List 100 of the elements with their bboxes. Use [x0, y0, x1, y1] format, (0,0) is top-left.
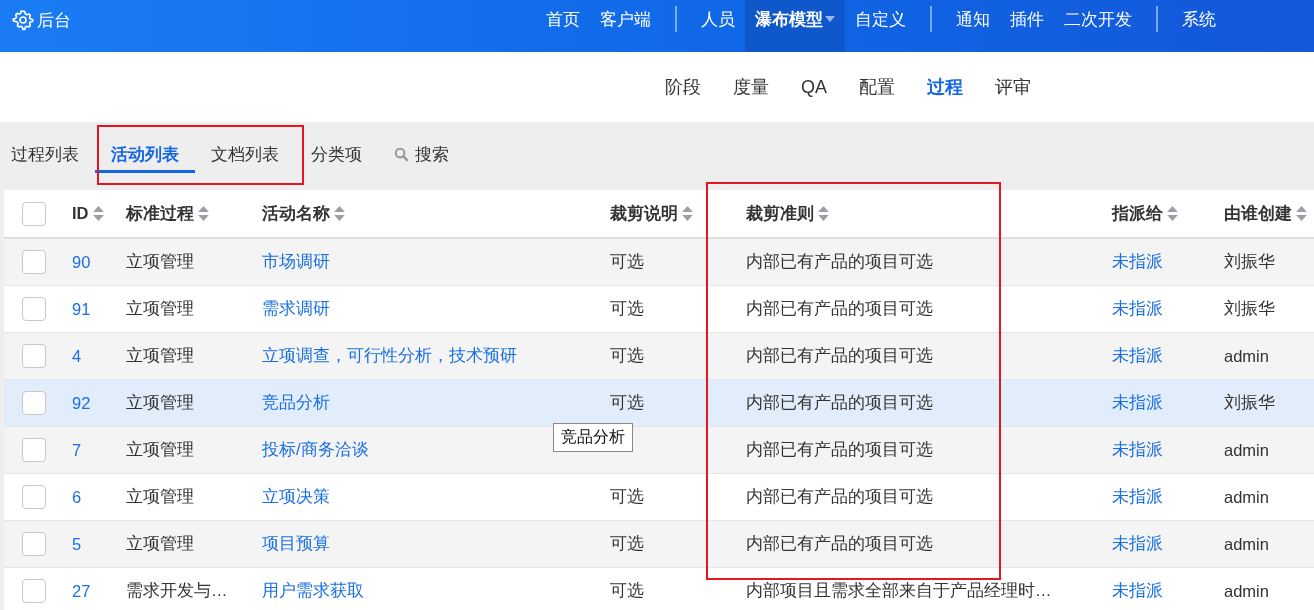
table-cell: 立项管理 — [126, 440, 194, 458]
assign-link[interactable]: 未指派 — [1112, 346, 1163, 364]
table-cell: 可选 — [610, 487, 644, 505]
table-cell: 立项管理 — [126, 252, 194, 270]
sort-icon[interactable] — [1296, 206, 1307, 221]
table-cell: 立项管理 — [126, 393, 194, 411]
assign-link[interactable]: 未指派 — [1112, 299, 1163, 317]
table-cell: 立项管理 — [126, 534, 194, 552]
id-link[interactable]: 27 — [72, 581, 91, 600]
nav-item[interactable]: 通知 — [946, 0, 1000, 52]
nav-item[interactable]: 二次开发 — [1054, 0, 1142, 52]
sort-icon[interactable] — [818, 206, 829, 221]
row-checkbox[interactable] — [22, 579, 46, 603]
assign-link[interactable]: 未指派 — [1112, 252, 1163, 270]
table-cell: 内部已有产品的项目可选 — [746, 299, 933, 317]
assign-link[interactable]: 未指派 — [1112, 581, 1163, 599]
table-cell: 刘振华 — [1224, 393, 1275, 411]
row-checkbox[interactable] — [22, 344, 46, 368]
nav-item[interactable]: 首页 — [536, 0, 590, 52]
table-cell: 内部已有产品的项目可选 — [746, 393, 933, 411]
column-header[interactable]: 裁剪准则 — [746, 202, 829, 225]
id-link[interactable]: 92 — [72, 393, 91, 412]
sort-icon[interactable] — [334, 206, 345, 221]
assign-link[interactable]: 未指派 — [1112, 440, 1163, 458]
column-header[interactable]: 活动名称 — [262, 202, 345, 225]
sub-nav-item[interactable]: QA — [785, 76, 843, 98]
select-all-checkbox[interactable] — [22, 201, 46, 226]
table-cell: 可选 — [610, 252, 644, 270]
sub-nav-item[interactable]: 过程 — [911, 75, 979, 99]
row-checkbox[interactable] — [22, 297, 46, 321]
table-cell: 内部已有产品的项目可选 — [746, 534, 933, 552]
id-link[interactable]: 4 — [72, 346, 82, 365]
table-row[interactable]: 4 立项管理 立项调查，可行性分析，技术预研 可选 内部已有产品的项目可选 未指派 admin — [4, 332, 1314, 380]
row-checkbox[interactable] — [22, 532, 46, 556]
nav-item[interactable]: 插件 — [1000, 0, 1054, 52]
activity-link[interactable]: 项目预算 — [262, 534, 330, 552]
table-cell: 需求开发与… — [126, 581, 228, 599]
table-row[interactable]: 90 立项管理 市场调研 可选 内部已有产品的项目可选 未指派 刘振华 — [4, 238, 1314, 286]
row-checkbox[interactable] — [22, 485, 46, 509]
table-cell: 刘振华 — [1224, 299, 1275, 317]
sort-icon[interactable] — [198, 206, 209, 221]
activity-link[interactable]: 用户需求获取 — [262, 581, 364, 599]
table-cell: 可选 — [610, 346, 644, 364]
table-row[interactable]: 6 立项管理 立项决策 可选 内部已有产品的项目可选 未指派 admin — [4, 473, 1314, 521]
nav-item[interactable]: 自定义 — [845, 0, 916, 52]
settings-icon[interactable] — [12, 9, 34, 31]
table-cell: 刘振华 — [1224, 252, 1275, 270]
nav-item[interactable]: 人员 — [691, 0, 745, 52]
activity-link[interactable]: 竞品分析 — [262, 393, 330, 411]
sort-icon[interactable] — [1167, 206, 1178, 221]
id-link[interactable]: 5 — [72, 534, 82, 553]
search-button[interactable]: 搜索 — [378, 138, 465, 174]
list-tab[interactable]: 文档列表 — [195, 138, 295, 174]
table-row[interactable]: 91 立项管理 需求调研 可选 内部已有产品的项目可选 未指派 刘振华 — [4, 285, 1314, 333]
sub-nav-item[interactable]: 配置 — [843, 75, 911, 99]
activity-link[interactable]: 市场调研 — [262, 252, 330, 270]
list-tab[interactable]: 活动列表 — [95, 138, 195, 174]
list-tab[interactable]: 过程列表 — [0, 138, 95, 174]
assign-link[interactable]: 未指派 — [1112, 487, 1163, 505]
sub-nav-item[interactable]: 评审 — [979, 75, 1047, 99]
activity-link[interactable]: 立项调查，可行性分析，技术预研 — [262, 346, 517, 364]
table-cell: 内部已有产品的项目可选 — [746, 252, 933, 270]
row-checkbox[interactable] — [22, 250, 46, 274]
row-checkbox[interactable] — [22, 438, 46, 462]
table-cell: 内部已有产品的项目可选 — [746, 487, 933, 505]
table-cell: admin — [1224, 346, 1269, 365]
table-cell: 内部已有产品的项目可选 — [746, 440, 933, 458]
nav-item[interactable]: 客户端 — [590, 0, 661, 52]
table-cell: 立项管理 — [126, 299, 194, 317]
list-tab[interactable]: 分类项 — [295, 138, 378, 174]
assign-link[interactable]: 未指派 — [1112, 393, 1163, 411]
column-header[interactable]: 由谁创建 — [1224, 202, 1307, 225]
id-link[interactable]: 7 — [72, 440, 82, 459]
column-header[interactable]: 裁剪说明 — [610, 202, 693, 225]
activity-link[interactable]: 投标/商务洽谈 — [262, 440, 369, 458]
search-icon — [394, 147, 409, 162]
table-cell: admin — [1224, 440, 1269, 459]
table-cell: 立项管理 — [126, 487, 194, 505]
id-link[interactable]: 6 — [72, 487, 82, 506]
activity-link[interactable]: 需求调研 — [262, 299, 330, 317]
table-row[interactable]: 92 立项管理 竞品分析 可选 内部已有产品的项目可选 未指派 刘振华 — [4, 379, 1314, 427]
table-cell: 内部已有产品的项目可选 — [746, 346, 933, 364]
assign-link[interactable]: 未指派 — [1112, 534, 1163, 552]
column-header[interactable]: ID — [72, 204, 104, 223]
table-cell: admin — [1224, 534, 1269, 553]
nav-item[interactable]: 系统 — [1172, 0, 1226, 52]
table-cell: 可选 — [610, 393, 644, 411]
sub-nav-item[interactable]: 阶段 — [649, 75, 717, 99]
sort-icon[interactable] — [682, 206, 693, 221]
nav-item[interactable]: 瀑布模型 — [745, 0, 845, 52]
table-cell: 可选 — [610, 299, 644, 317]
column-header[interactable]: 指派给 — [1112, 202, 1178, 225]
table-row[interactable]: 5 立项管理 项目预算 可选 内部已有产品的项目可选 未指派 admin — [4, 520, 1314, 568]
id-link[interactable]: 90 — [72, 252, 91, 271]
column-header[interactable]: 标准过程 — [126, 202, 209, 225]
sub-nav-item[interactable]: 度量 — [717, 75, 785, 99]
id-link[interactable]: 91 — [72, 299, 91, 318]
activity-link[interactable]: 立项决策 — [262, 487, 330, 505]
row-checkbox[interactable] — [22, 391, 46, 415]
sort-icon[interactable] — [92, 206, 104, 221]
